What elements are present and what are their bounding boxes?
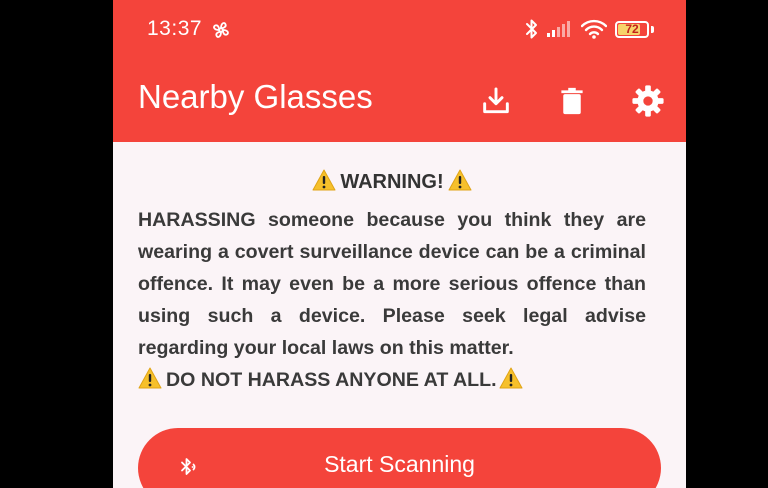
fan-icon	[213, 22, 229, 38]
battery-cap	[651, 25, 654, 33]
warning-heading-text: WARNING!	[340, 171, 444, 193]
battery-icon: 72	[615, 20, 649, 38]
delete-button[interactable]	[553, 82, 591, 120]
start-scanning-button[interactable]: Start Scanning	[138, 428, 661, 488]
warning-icon	[312, 169, 336, 191]
start-scanning-label: Start Scanning	[324, 451, 475, 477]
warning-content: WARNING! HARASSING someone because you t…	[138, 166, 646, 396]
wifi-icon	[581, 19, 607, 39]
warning-icon	[499, 367, 523, 389]
status-icons: 72	[525, 16, 654, 42]
status-time: 13:37	[147, 17, 203, 40]
warning-icon	[448, 169, 472, 191]
warning-final: DO NOT HARASS ANYONE AT ALL.	[138, 364, 646, 396]
delete-icon	[561, 87, 583, 115]
download-icon	[483, 87, 509, 114]
download-button[interactable]	[477, 82, 515, 120]
warning-heading: WARNING!	[138, 166, 646, 198]
bluetooth-icon	[526, 19, 537, 39]
app-title: Nearby Glasses	[138, 78, 373, 115]
phone-screen: 13:37 72 Nearby Glasses WARNING! HARASSI…	[113, 0, 686, 488]
settings-button[interactable]	[629, 82, 667, 120]
app-bar: Nearby Glasses	[113, 58, 686, 142]
warning-body: HARASSING someone because you think they…	[138, 209, 646, 359]
settings-icon	[632, 85, 664, 117]
battery-level: 72	[625, 22, 639, 36]
warning-final-text: DO NOT HARASS ANYONE AT ALL.	[166, 369, 497, 391]
cellular-signal-icon	[547, 21, 570, 37]
status-bar: 13:37 72	[113, 0, 686, 58]
warning-icon	[138, 367, 162, 389]
